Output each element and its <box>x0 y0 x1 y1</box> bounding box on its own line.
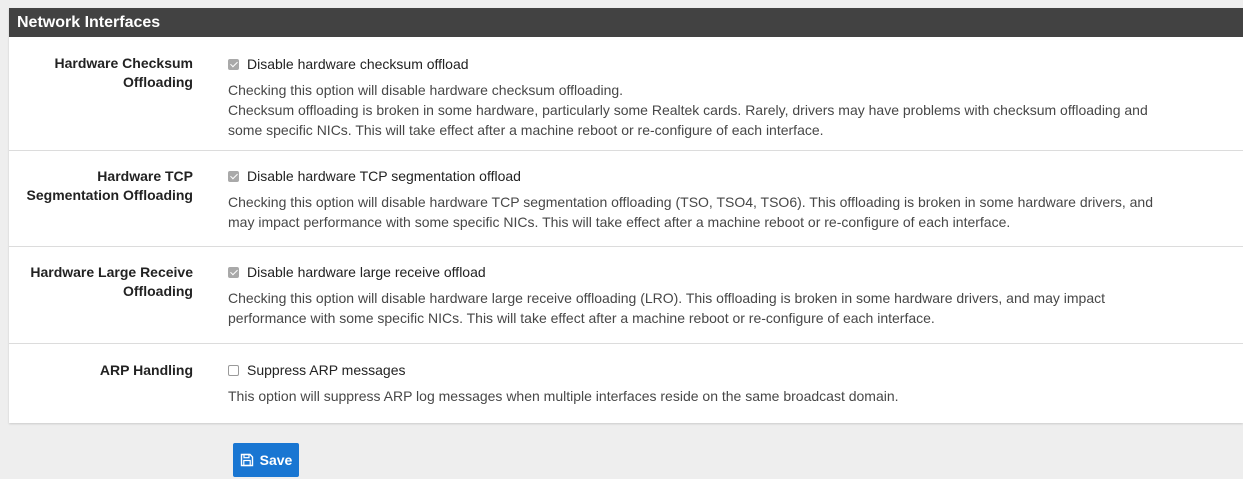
tso-help-text: Checking this option will disable hardwa… <box>228 192 1233 232</box>
label-line: Hardware Checksum <box>54 55 193 71</box>
checksum-checkbox-field[interactable]: Disable hardware checksum offload <box>228 55 1233 73</box>
save-icon <box>240 453 253 467</box>
page: Network Interfaces Hardware Checksum Off… <box>0 0 1243 479</box>
setting-label-arp: ARP Handling <box>100 361 193 380</box>
panel-title: Network Interfaces <box>9 8 1243 37</box>
label-line: ARP Handling <box>99 362 193 378</box>
checksum-checkbox-label: Disable hardware checksum offload <box>247 56 469 72</box>
help-line: Checking this option will disable hardwa… <box>228 82 624 98</box>
label-line: Hardware Large Receive <box>30 264 193 280</box>
setting-label-lro: Hardware Large Receive Offloading <box>30 263 193 301</box>
tso-checkbox-field[interactable]: Disable hardware TCP segmentation offloa… <box>228 167 1233 185</box>
arp-checkbox-field[interactable]: Suppress ARP messages <box>228 361 1233 379</box>
arp-checkbox-label: Suppress ARP messages <box>247 362 406 378</box>
help-line: Checking this option will disable hardwa… <box>228 194 1153 210</box>
save-button-label: Save <box>259 452 293 468</box>
help-line: some specific NICs. This will take effec… <box>228 122 824 138</box>
lro-checkbox[interactable] <box>228 266 239 278</box>
label-line: Offloading <box>123 74 193 90</box>
arp-checkbox[interactable] <box>228 364 239 376</box>
setting-content-tso: Disable hardware TCP segmentation offloa… <box>228 167 1233 232</box>
setting-row-tso: Hardware TCP Segmentation Offloading Dis… <box>9 151 1243 247</box>
lro-help-text: Checking this option will disable hardwa… <box>228 288 1233 328</box>
setting-row-lro: Hardware Large Receive Offloading Disabl… <box>9 247 1243 344</box>
network-interfaces-panel: Network Interfaces Hardware Checksum Off… <box>9 8 1243 423</box>
tso-checkbox-label: Disable hardware TCP segmentation offloa… <box>247 168 521 184</box>
label-line: Segmentation Offloading <box>26 187 193 203</box>
lro-checkbox-field[interactable]: Disable hardware large receive offload <box>228 263 1233 281</box>
setting-content-arp: Suppress ARP messages This option will s… <box>228 361 1233 406</box>
setting-row-arp: ARP Handling Suppress ARP messages This … <box>9 344 1243 423</box>
setting-row-checksum: Hardware Checksum Offloading Disable har… <box>9 37 1243 151</box>
label-line: Hardware TCP <box>97 168 193 184</box>
setting-content-checksum: Disable hardware checksum offload Checki… <box>228 55 1233 140</box>
help-line: Checksum offloading is broken in some ha… <box>228 102 1148 118</box>
help-line: This option will suppress ARP log messag… <box>228 388 899 404</box>
arp-help-text: This option will suppress ARP log messag… <box>228 386 1233 406</box>
help-line: may impact performance with some specifi… <box>228 214 1011 230</box>
setting-label-checksum: Hardware Checksum Offloading <box>54 54 193 92</box>
help-line: Checking this option will disable hardwa… <box>228 290 1105 306</box>
setting-label-tso: Hardware TCP Segmentation Offloading <box>27 167 193 205</box>
setting-content-lro: Disable hardware large receive offload C… <box>228 263 1233 328</box>
tso-checkbox[interactable] <box>228 170 239 182</box>
help-line: performance with some specific NICs. Thi… <box>228 310 935 326</box>
checksum-help-text: Checking this option will disable hardwa… <box>228 80 1233 140</box>
checksum-checkbox[interactable] <box>228 58 239 70</box>
label-line: Offloading <box>123 283 193 299</box>
lro-checkbox-label: Disable hardware large receive offload <box>247 264 486 280</box>
save-button[interactable]: Save <box>233 443 299 477</box>
